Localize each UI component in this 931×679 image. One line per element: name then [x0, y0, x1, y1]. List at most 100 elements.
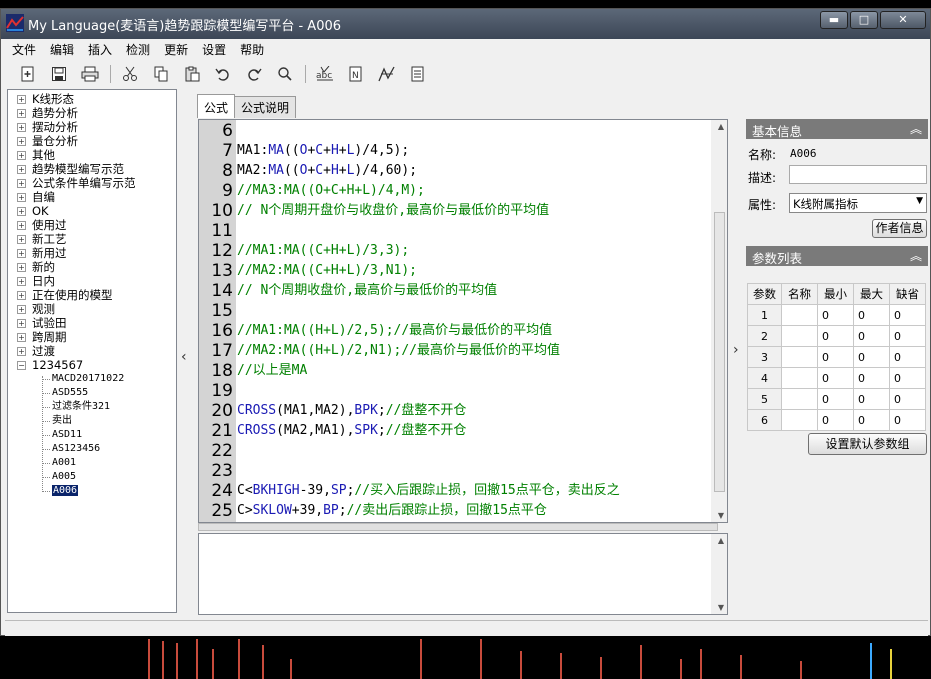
tree-formula-item[interactable]: 卖出 [8, 414, 176, 428]
expand-plus-icon[interactable]: + [17, 165, 26, 174]
code-line[interactable]: 14 // N个周期收盘价,最高价与最低价的平均值 [199, 281, 711, 301]
scrollbar-thumb[interactable] [714, 212, 725, 492]
basic-info-header[interactable]: 基本信息 ︽ [746, 119, 928, 139]
expand-plus-icon[interactable]: + [17, 207, 26, 216]
indicator-button[interactable] [376, 63, 398, 85]
code-line[interactable]: 12 //MA1:MA((C+H+L)/3,3); [199, 241, 711, 261]
tree-formula-item[interactable]: A006 [8, 484, 176, 498]
code-editor[interactable]: 6 7 MA1:MA((O+C+H+L)/4,5); 8 MA2:MA((O+C+H+L… [198, 119, 728, 523]
scroll-down-icon[interactable]: ▼ [718, 603, 724, 612]
minimize-button[interactable]: ▬ [820, 11, 848, 29]
spellcheck-button[interactable]: abc [314, 63, 336, 85]
cut-button[interactable] [119, 63, 141, 85]
expand-plus-icon[interactable]: + [17, 123, 26, 132]
code-line[interactable]: 10 // N个周期开盘价与收盘价,最高价与最低价的平均值 [199, 201, 711, 221]
params-cell[interactable]: 0 [889, 346, 926, 368]
params-cell[interactable]: 0 [817, 409, 854, 431]
params-cell[interactable]: 0 [889, 388, 926, 410]
expand-plus-icon[interactable]: + [17, 109, 26, 118]
print-button[interactable] [79, 63, 101, 85]
expand-plus-icon[interactable]: + [17, 249, 26, 258]
tree-group-item[interactable]: + 公式条件单编写示范 [8, 176, 176, 190]
expand-plus-icon[interactable]: + [17, 277, 26, 286]
expand-plus-icon[interactable]: + [17, 235, 26, 244]
expand-plus-icon[interactable]: + [17, 291, 26, 300]
params-cell[interactable]: 0 [853, 325, 890, 347]
paste-button[interactable] [181, 63, 203, 85]
find-button[interactable] [274, 63, 296, 85]
params-cell[interactable]: 0 [817, 367, 854, 389]
attribute-select[interactable]: K线附属指标 ▼ [789, 193, 927, 213]
params-cell[interactable]: 0 [889, 304, 926, 326]
code-line[interactable]: 16 //MA1:MA((H+L)/2,5);//最高价与最低价的平均值 [199, 321, 711, 341]
code-line[interactable]: 20 CROSS(MA1,MA2),BPK;//盘整不开仓 [199, 401, 711, 421]
params-cell[interactable] [781, 325, 818, 347]
collapse-right-arrow-icon[interactable]: › [733, 342, 739, 358]
author-info-button[interactable]: 作者信息 [872, 219, 927, 238]
tree-formula-item[interactable]: 过滤条件321 [8, 400, 176, 414]
params-cell[interactable]: 0 [853, 304, 890, 326]
code-line[interactable]: 17 //MA2:MA((H+L)/2,N1);//最高价与最低价的平均值 [199, 341, 711, 361]
params-cell[interactable]: 0 [817, 304, 854, 326]
expand-plus-icon[interactable]: + [17, 137, 26, 146]
output-panel[interactable]: ▲ ▼ [198, 533, 728, 615]
editor-horizontal-scrollbar[interactable] [198, 523, 718, 531]
output-vertical-scrollbar[interactable]: ▲ ▼ [711, 534, 727, 614]
params-cell[interactable]: 0 [853, 388, 890, 410]
menu-edit[interactable]: 编辑 [43, 39, 81, 59]
tab-formula[interactable]: 公式 [197, 94, 236, 118]
code-line[interactable]: 15 [199, 301, 711, 321]
code-line[interactable]: 25 C>SKLOW+39,BP;//卖出后跟踪止损，回撤15点平仓 [199, 501, 711, 521]
tree-group-item[interactable]: + 过渡 [8, 344, 176, 358]
tree-group-item[interactable]: + 正在使用的模型 [8, 288, 176, 302]
params-cell[interactable] [781, 388, 818, 410]
tree-group-item[interactable]: + 使用过 [8, 218, 176, 232]
expand-plus-icon[interactable]: + [17, 193, 26, 202]
expand-plus-icon[interactable]: + [17, 179, 26, 188]
code-line[interactable]: 11 [199, 221, 711, 241]
tree-group-item[interactable]: + 趋势分析 [8, 106, 176, 120]
code-line[interactable]: 6 [199, 121, 711, 141]
menu-insert[interactable]: 插入 [81, 39, 119, 59]
scroll-down-icon[interactable]: ▼ [718, 511, 724, 520]
tree-group-item[interactable]: + K线形态 [8, 92, 176, 106]
tree-group-item[interactable]: + 跨周期 [8, 330, 176, 344]
scroll-up-icon[interactable]: ▲ [718, 536, 724, 545]
document-button[interactable] [407, 63, 429, 85]
params-cell[interactable] [781, 409, 818, 431]
menu-settings[interactable]: 设置 [195, 39, 233, 59]
code-line[interactable]: 21 CROSS(MA2,MA1),SPK;//盘整不开仓 [199, 421, 711, 441]
editor-vertical-scrollbar[interactable]: ▲ ▼ [711, 120, 727, 522]
params-cell[interactable]: 0 [817, 388, 854, 410]
expand-plus-icon[interactable]: + [17, 347, 26, 356]
tree-group-item[interactable]: + 新的 [8, 260, 176, 274]
params-cell[interactable]: 0 [889, 409, 926, 431]
tree-group-item[interactable]: + OK [8, 204, 176, 218]
set-default-params-button[interactable]: 设置默认参数组 [808, 433, 927, 455]
tree-formula-item[interactable]: A001 [8, 456, 176, 470]
expand-plus-icon[interactable]: + [17, 333, 26, 342]
code-line[interactable]: 8 MA2:MA((O+C+H+L)/4,60); [199, 161, 711, 181]
params-cell[interactable]: 0 [817, 346, 854, 368]
formula-tree[interactable]: + K线形态 + 趋势分析 + 摆动分析 + 量仓分析 + 其他 + 趋势模型编写示范 + 公式条件单编写… [7, 89, 177, 613]
tree-group-item[interactable]: + 观测 [8, 302, 176, 316]
collapse-left-arrow-icon[interactable]: ‹ [181, 349, 187, 365]
title-bar[interactable]: My Language(麦语言)趋势跟踪模型编写平台 - A006 ▬ □ ✕ [1, 9, 930, 39]
redo-button[interactable] [243, 63, 265, 85]
expand-plus-icon[interactable]: + [17, 263, 26, 272]
code-line[interactable]: 24 C<BKHIGH-39,SP;//买入后跟踪止损，回撤15点平仓，卖出反之 [199, 481, 711, 501]
save-button[interactable] [48, 63, 70, 85]
params-header[interactable]: 参数列表 ︽ [746, 246, 928, 266]
tree-formula-item[interactable]: ASD555 [8, 386, 176, 400]
copy-button[interactable] [150, 63, 172, 85]
expand-plus-icon[interactable]: + [17, 95, 26, 104]
tree-group-item[interactable]: + 摆动分析 [8, 120, 176, 134]
maximize-button[interactable]: □ [850, 11, 878, 29]
expand-plus-icon[interactable]: + [17, 221, 26, 230]
collapse-minus-icon[interactable]: − [17, 361, 26, 370]
menu-file[interactable]: 文件 [5, 39, 43, 59]
params-cell[interactable] [781, 346, 818, 368]
params-cell[interactable]: 0 [817, 325, 854, 347]
scroll-up-icon[interactable]: ▲ [718, 122, 724, 131]
params-cell[interactable]: 0 [889, 367, 926, 389]
